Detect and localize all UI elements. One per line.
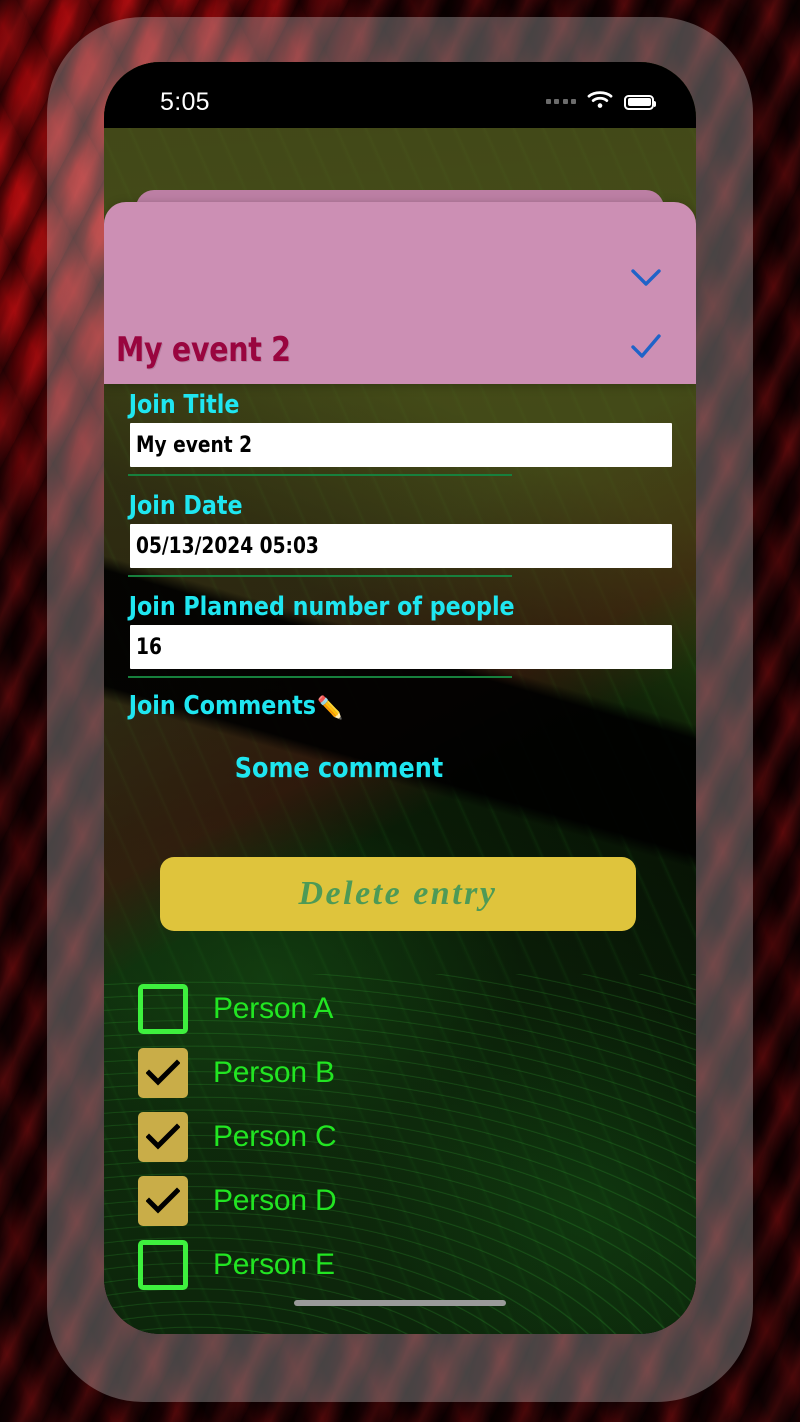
join-date-value: 05/13/2024 05:03 [136,533,319,559]
person-label: Person C [213,1120,337,1153]
join-comment-value[interactable]: Some comment [116,721,563,784]
chevron-down-icon[interactable] [630,268,662,293]
app-screen: My event 2 Join Title My event 2 Join Da… [104,62,696,1334]
checkbox-person-a[interactable] [138,984,188,1034]
event-title: My event 2 [116,330,291,370]
planned-people-value: 16 [136,634,162,660]
status-bar: 5:05 [104,62,696,128]
battery-icon [624,94,656,110]
person-label: Person E [213,1248,335,1281]
checkbox-person-c[interactable] [138,1112,188,1162]
join-comments-label: Join Comments ✏️ [104,678,666,721]
join-form: Join Title My event 2 Join Date 05/13/20… [104,384,696,784]
field-planned-people: Join Planned number of people 16 [104,586,696,678]
person-label: Person B [213,1056,335,1089]
delete-entry-button[interactable]: Delete entry [160,857,636,931]
join-title-label: Join Title [128,390,240,420]
event-card[interactable]: My event 2 [104,202,696,384]
checkbox-person-e[interactable] [138,1240,188,1290]
join-title-input[interactable]: My event 2 [130,423,672,467]
planned-people-input[interactable]: 16 [130,625,672,669]
person-list: Person A Person B Person C Person D Pers… [104,977,696,1297]
phone-body: My event 2 Join Title My event 2 Join Da… [104,62,696,1334]
wifi-icon [587,90,613,114]
join-title-value: My event 2 [136,432,253,458]
planned-people-label: Join Planned number of people [128,592,515,622]
join-comments-label-text: Join Comments [128,691,317,721]
join-date-input[interactable]: 05/13/2024 05:03 [130,524,672,568]
check-icon[interactable] [630,333,662,366]
join-date-underline [128,575,512,577]
signal-dots-icon [545,98,576,106]
pencil-icon: ✏️ [316,695,344,721]
field-join-date: Join Date 05/13/2024 05:03 [104,485,696,577]
list-item[interactable]: Person E [104,1233,696,1297]
list-item[interactable]: Person A [104,977,696,1041]
join-title-underline [128,474,512,476]
status-clock: 5:05 [160,87,210,116]
join-date-label: Join Date [128,491,243,521]
list-item[interactable]: Person C [104,1105,696,1169]
home-indicator[interactable] [294,1300,506,1306]
status-icons [545,90,656,114]
list-item[interactable]: Person B [104,1041,696,1105]
field-join-title: Join Title My event 2 [104,384,696,476]
list-item[interactable]: Person D [104,1169,696,1233]
person-label: Person D [213,1184,337,1217]
checkbox-person-b[interactable] [138,1048,188,1098]
person-label: Person A [213,992,334,1025]
checkbox-person-d[interactable] [138,1176,188,1226]
